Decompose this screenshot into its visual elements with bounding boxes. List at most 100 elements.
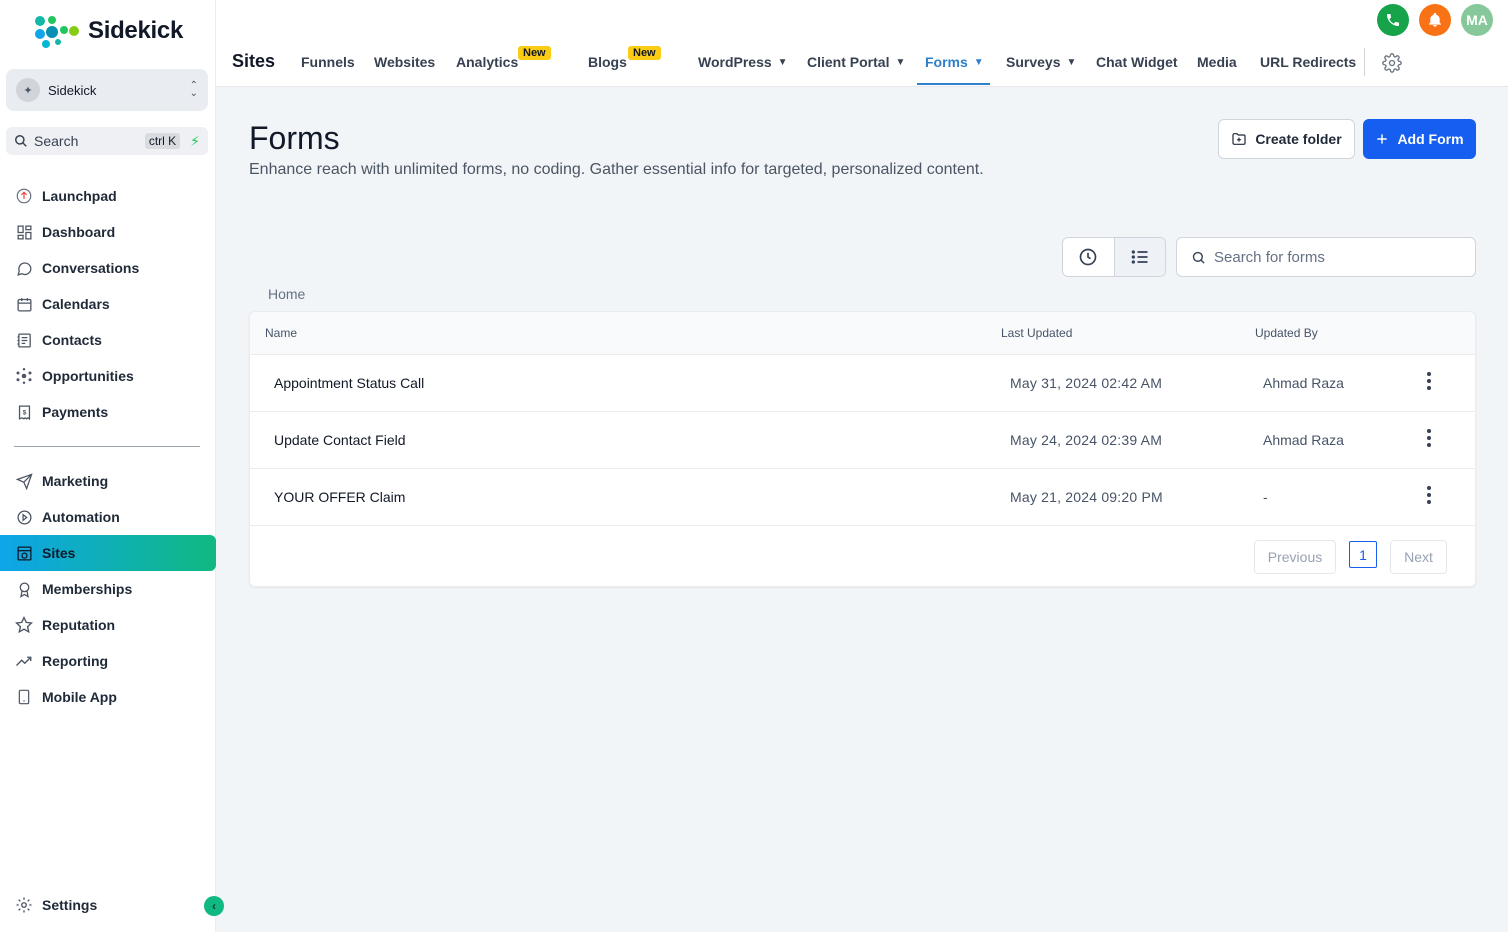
last-updated: May 31, 2024 02:42 AM	[1010, 375, 1163, 391]
tab-label: Websites	[374, 54, 436, 70]
tab-chat-widget[interactable]: Chat Widget	[1096, 54, 1178, 70]
nav-item-dashboard[interactable]: Dashboard	[0, 214, 216, 250]
create-folder-label: Create folder	[1255, 131, 1342, 147]
tab-media[interactable]: Media	[1197, 54, 1237, 70]
form-name[interactable]: Update Contact Field	[274, 432, 406, 448]
brand-logo[interactable]: Sidekick	[32, 14, 183, 48]
tab-label: Media	[1197, 54, 1237, 70]
nav-label: Marketing	[42, 473, 109, 489]
tab-funnels[interactable]: Funnels	[301, 54, 355, 70]
page-number-button[interactable]: 1	[1349, 541, 1377, 568]
nav-item-launchpad[interactable]: Launchpad	[0, 178, 216, 214]
nav-item-reputation[interactable]: Reputation	[0, 607, 216, 643]
phone-button[interactable]	[1377, 4, 1409, 36]
nav-label: Reputation	[42, 617, 116, 633]
account-name: Sidekick	[48, 82, 97, 98]
notifications-button[interactable]	[1419, 4, 1451, 36]
nav-item-conversations[interactable]: Conversations	[0, 250, 216, 286]
nav-settings: Settings	[0, 887, 216, 923]
bell-icon	[1429, 13, 1441, 27]
tab-analytics[interactable]: Analytics New	[456, 46, 551, 70]
breadcrumb[interactable]: Home	[268, 286, 305, 302]
plus-icon	[1377, 134, 1388, 144]
page-title: Forms	[249, 120, 340, 156]
table-row[interactable]: Appointment Status Call May 31, 2024 02:…	[250, 355, 1475, 412]
nav-secondary: Marketing Automation Sites Memberships R…	[0, 463, 216, 715]
user-avatar[interactable]: MA	[1461, 4, 1493, 36]
collapse-sidebar-button[interactable]: ‹	[204, 896, 224, 916]
section-title: Sites	[232, 51, 276, 71]
nav-item-memberships[interactable]: Memberships	[0, 571, 216, 607]
updated-by: Ahmad Raza	[1263, 375, 1344, 391]
new-badge: New	[518, 46, 551, 60]
gear-icon	[14, 895, 34, 915]
search-label: Search	[34, 133, 79, 149]
tab-forms[interactable]: Forms ▼	[925, 54, 984, 70]
lightning-icon[interactable]: ⚡	[190, 133, 200, 150]
nav-label: Settings	[42, 897, 98, 913]
more-options-icon[interactable]	[1421, 371, 1437, 391]
tab-surveys[interactable]: Surveys ▼	[1006, 54, 1076, 70]
form-name[interactable]: Appointment Status Call	[274, 375, 424, 391]
column-header-updated-by[interactable]: Updated By	[1255, 326, 1318, 340]
create-folder-button[interactable]: Create folder	[1218, 119, 1355, 159]
previous-page-button[interactable]: Previous	[1254, 540, 1336, 574]
tab-label: WordPress	[698, 54, 772, 70]
list-view-button[interactable]	[1113, 238, 1165, 276]
sidebar-search[interactable]: Search ctrl K ⚡	[6, 127, 208, 155]
updown-chevron-icon: ⌃ ⌄	[189, 80, 198, 99]
nav-item-automation[interactable]: Automation	[0, 499, 216, 535]
tab-label: URL Redirects	[1260, 54, 1357, 70]
add-form-label: Add Form	[1397, 131, 1464, 147]
nav-divider	[14, 446, 200, 447]
recent-view-button[interactable]	[1063, 238, 1114, 276]
active-tab-indicator	[917, 83, 990, 85]
nav-label: Memberships	[42, 581, 133, 597]
tab-label: Surveys	[1006, 54, 1061, 70]
table-row[interactable]: Update Contact Field May 24, 2024 02:39 …	[250, 412, 1475, 469]
calendar-icon	[14, 294, 34, 314]
payments-icon: $	[14, 402, 34, 422]
nav-item-mobile-app[interactable]: Mobile App	[0, 679, 216, 715]
nav-label: Conversations	[42, 260, 140, 276]
forms-search-input[interactable]	[1214, 248, 1464, 266]
tab-blogs[interactable]: Blogs New	[588, 46, 661, 70]
chevron-down-icon: ▼	[1066, 56, 1077, 68]
column-header-name[interactable]: Name	[265, 326, 297, 340]
tab-label: Analytics	[456, 54, 519, 70]
tab-wordpress[interactable]: WordPress ▼	[698, 54, 788, 70]
tab-separator	[1364, 48, 1365, 76]
folder-plus-icon	[1232, 133, 1246, 145]
nav-item-marketing[interactable]: Marketing	[0, 463, 216, 499]
nav-item-opportunities[interactable]: Opportunities	[0, 358, 216, 394]
award-icon	[14, 579, 34, 599]
tab-label: Forms	[925, 54, 968, 70]
nav-item-settings[interactable]: Settings	[0, 887, 216, 923]
nav-item-sites[interactable]: Sites	[0, 535, 216, 571]
tab-websites[interactable]: Websites	[374, 54, 435, 70]
tab-client-portal[interactable]: Client Portal ▼	[807, 54, 905, 70]
trend-icon	[14, 651, 34, 671]
next-page-button[interactable]: Next	[1390, 540, 1447, 574]
more-options-icon[interactable]	[1421, 428, 1437, 448]
column-header-last-updated[interactable]: Last Updated	[1001, 326, 1072, 340]
search-icon	[15, 135, 27, 147]
nav-item-calendars[interactable]: Calendars	[0, 286, 216, 322]
nav-item-payments[interactable]: $ Payments	[0, 394, 216, 430]
nav-item-reporting[interactable]: Reporting	[0, 643, 216, 679]
chevron-down-icon: ▼	[895, 56, 906, 68]
clock-icon	[1079, 248, 1097, 266]
account-switcher[interactable]: ✦ Sidekick ⌃ ⌄	[6, 69, 208, 111]
forms-search[interactable]	[1176, 237, 1476, 277]
nav-label: Automation	[42, 509, 120, 525]
automation-icon	[14, 507, 34, 527]
tab-label: Client Portal	[807, 54, 890, 70]
nav-item-contacts[interactable]: Contacts	[0, 322, 216, 358]
sites-settings-gear-icon[interactable]	[1382, 53, 1402, 73]
table-row[interactable]: YOUR OFFER Claim May 21, 2024 09:20 PM -	[250, 469, 1475, 526]
tab-url-redirects[interactable]: URL Redirects	[1260, 54, 1356, 70]
add-form-button[interactable]: Add Form	[1363, 119, 1476, 159]
nav-label: Payments	[42, 404, 109, 420]
more-options-icon[interactable]	[1421, 485, 1437, 505]
form-name[interactable]: YOUR OFFER Claim	[274, 489, 405, 505]
